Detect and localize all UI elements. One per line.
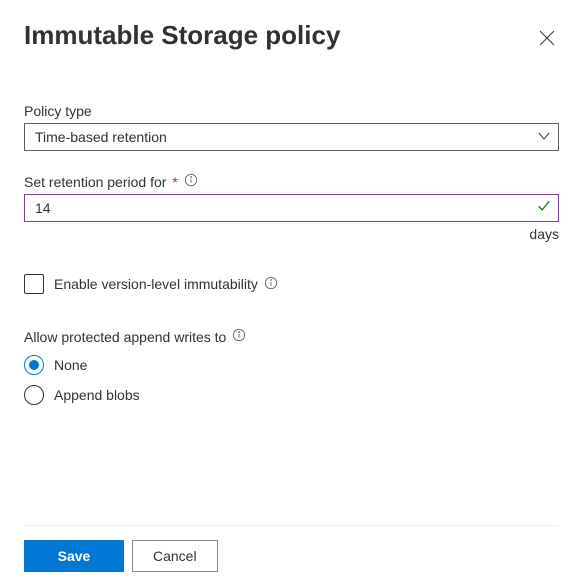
panel-title: Immutable Storage policy <box>24 20 340 51</box>
retention-period-input[interactable] <box>24 194 559 222</box>
policy-type-label: Policy type <box>24 103 559 119</box>
retention-period-label: Set retention period for * <box>24 173 559 190</box>
save-button[interactable]: Save <box>24 540 124 572</box>
append-writes-group: Allow protected append writes to None Ap… <box>24 328 559 415</box>
retention-unit: days <box>24 226 559 242</box>
policy-type-value: Time-based retention <box>35 129 167 145</box>
version-level-checkbox[interactable] <box>24 274 44 294</box>
info-icon[interactable] <box>230 328 246 345</box>
immutable-storage-policy-panel: Immutable Storage policy Policy type Tim… <box>0 0 583 586</box>
radio-label: None <box>54 357 87 373</box>
version-level-row: Enable version-level immutability <box>24 274 559 294</box>
append-writes-option-append-blobs[interactable]: Append blobs <box>24 385 559 405</box>
info-icon[interactable] <box>182 173 198 190</box>
panel-footer: Save Cancel <box>24 525 559 586</box>
info-icon[interactable] <box>262 276 278 293</box>
close-button[interactable] <box>535 26 559 53</box>
policy-type-select[interactable]: Time-based retention <box>24 123 559 151</box>
panel-header: Immutable Storage policy <box>24 20 559 53</box>
append-writes-option-none[interactable]: None <box>24 355 559 375</box>
version-level-label: Enable version-level immutability <box>54 276 278 293</box>
close-icon <box>539 30 555 46</box>
append-writes-label-text: Allow protected append writes to <box>24 329 226 345</box>
append-writes-label: Allow protected append writes to <box>24 328 559 345</box>
radio-icon <box>24 385 44 405</box>
radio-label: Append blobs <box>54 387 140 403</box>
checkmark-icon <box>537 199 551 218</box>
required-asterisk: * <box>172 174 177 190</box>
retention-period-field: Set retention period for * days <box>24 173 559 242</box>
cancel-button[interactable]: Cancel <box>132 540 218 572</box>
radio-icon <box>24 355 44 375</box>
version-level-label-text: Enable version-level immutability <box>54 276 258 292</box>
chevron-down-icon <box>538 129 550 145</box>
retention-label-text: Set retention period for <box>24 174 166 190</box>
policy-type-field: Policy type Time-based retention <box>24 103 559 151</box>
